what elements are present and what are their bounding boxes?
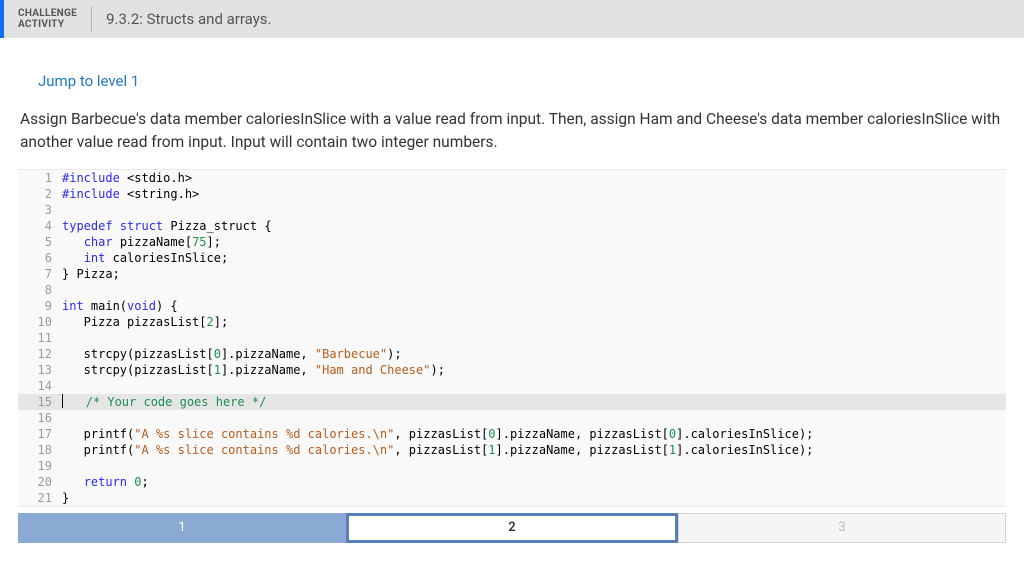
line-number: 6 <box>18 250 62 266</box>
line-content[interactable]: printf("A %s slice contains %d calories.… <box>62 442 1006 458</box>
line-content[interactable]: strcpy(pizzasList[0].pizzaName, "Barbecu… <box>62 346 1006 362</box>
line-number: 20 <box>18 474 62 490</box>
code-line[interactable]: 16 <box>18 410 1006 426</box>
line-content[interactable] <box>62 378 1006 394</box>
code-line[interactable]: 1#include <stdio.h> <box>18 170 1006 186</box>
line-content[interactable]: int caloriesInSlice; <box>62 250 1006 266</box>
line-number: 16 <box>18 410 62 426</box>
level-page-button[interactable]: 3 <box>678 513 1006 543</box>
line-number: 9 <box>18 298 62 314</box>
line-number: 1 <box>18 170 62 186</box>
activity-title: 9.3.2: Structs and arrays. <box>92 10 271 28</box>
line-content[interactable]: Pizza pizzasList[2]; <box>62 314 1006 330</box>
line-content[interactable] <box>62 330 1006 346</box>
line-content[interactable] <box>62 282 1006 298</box>
line-number: 21 <box>18 490 62 506</box>
level-pagination: 123 <box>18 513 1006 543</box>
line-number: 8 <box>18 282 62 298</box>
line-content[interactable]: } Pizza; <box>62 266 1006 282</box>
line-content[interactable]: /* Your code goes here */ <box>62 394 1006 410</box>
line-number: 17 <box>18 426 62 442</box>
code-line[interactable]: 9int main(void) { <box>18 298 1006 314</box>
content-area: Jump to level 1 Assign Barbecue's data m… <box>0 38 1024 507</box>
line-number: 19 <box>18 458 62 474</box>
line-number: 13 <box>18 362 62 378</box>
line-content[interactable]: char pizzaName[75]; <box>62 234 1006 250</box>
line-number: 18 <box>18 442 62 458</box>
line-content[interactable]: int main(void) { <box>62 298 1006 314</box>
challenge-activity-label: CHALLENGE ACTIVITY <box>4 6 92 32</box>
challenge-label-line2: ACTIVITY <box>18 19 77 30</box>
code-line[interactable]: 20 return 0; <box>18 474 1006 490</box>
code-editor[interactable]: 1#include <stdio.h>2#include <string.h>3… <box>18 169 1006 507</box>
code-line[interactable]: 21} <box>18 490 1006 506</box>
code-line[interactable]: 7} Pizza; <box>18 266 1006 282</box>
code-line[interactable]: 8 <box>18 282 1006 298</box>
instructions-text: Assign Barbecue's data member caloriesIn… <box>18 108 1006 169</box>
code-line[interactable]: 18 printf("A %s slice contains %d calori… <box>18 442 1006 458</box>
header-bar: CHALLENGE ACTIVITY 9.3.2: Structs and ar… <box>0 0 1024 38</box>
code-line[interactable]: 4typedef struct Pizza_struct { <box>18 218 1006 234</box>
line-content[interactable]: typedef struct Pizza_struct { <box>62 218 1006 234</box>
line-content[interactable]: #include <stdio.h> <box>62 170 1006 186</box>
line-number: 4 <box>18 218 62 234</box>
code-line[interactable]: 17 printf("A %s slice contains %d calori… <box>18 426 1006 442</box>
code-line[interactable]: 10 Pizza pizzasList[2]; <box>18 314 1006 330</box>
line-number: 7 <box>18 266 62 282</box>
level-page-button[interactable]: 1 <box>18 513 346 543</box>
code-line[interactable]: 2#include <string.h> <box>18 186 1006 202</box>
code-line[interactable]: 6 int caloriesInSlice; <box>18 250 1006 266</box>
jump-to-level-link[interactable]: Jump to level 1 <box>18 64 159 108</box>
line-content[interactable]: return 0; <box>62 474 1006 490</box>
code-line[interactable]: 19 <box>18 458 1006 474</box>
line-content[interactable] <box>62 202 1006 218</box>
line-number: 11 <box>18 330 62 346</box>
code-line[interactable]: 3 <box>18 202 1006 218</box>
code-line[interactable]: 12 strcpy(pizzasList[0].pizzaName, "Barb… <box>18 346 1006 362</box>
line-content[interactable]: #include <string.h> <box>62 186 1006 202</box>
code-line[interactable]: 5 char pizzaName[75]; <box>18 234 1006 250</box>
line-content[interactable]: printf("A %s slice contains %d calories.… <box>62 426 1006 442</box>
code-line[interactable]: 11 <box>18 330 1006 346</box>
line-number: 5 <box>18 234 62 250</box>
code-line[interactable]: 13 strcpy(pizzasList[1].pizzaName, "Ham … <box>18 362 1006 378</box>
line-content[interactable]: } <box>62 490 1006 506</box>
line-number: 12 <box>18 346 62 362</box>
level-page-button[interactable]: 2 <box>346 513 678 543</box>
code-line[interactable]: 15 /* Your code goes here */ <box>18 394 1006 410</box>
challenge-label-line1: CHALLENGE <box>18 8 77 19</box>
line-number: 15 <box>18 394 62 410</box>
line-content[interactable]: strcpy(pizzasList[1].pizzaName, "Ham and… <box>62 362 1006 378</box>
code-line[interactable]: 14 <box>18 378 1006 394</box>
line-content[interactable] <box>62 410 1006 426</box>
line-content[interactable] <box>62 458 1006 474</box>
line-number: 10 <box>18 314 62 330</box>
line-number: 2 <box>18 186 62 202</box>
text-cursor <box>62 394 63 408</box>
line-number: 14 <box>18 378 62 394</box>
line-number: 3 <box>18 202 62 218</box>
